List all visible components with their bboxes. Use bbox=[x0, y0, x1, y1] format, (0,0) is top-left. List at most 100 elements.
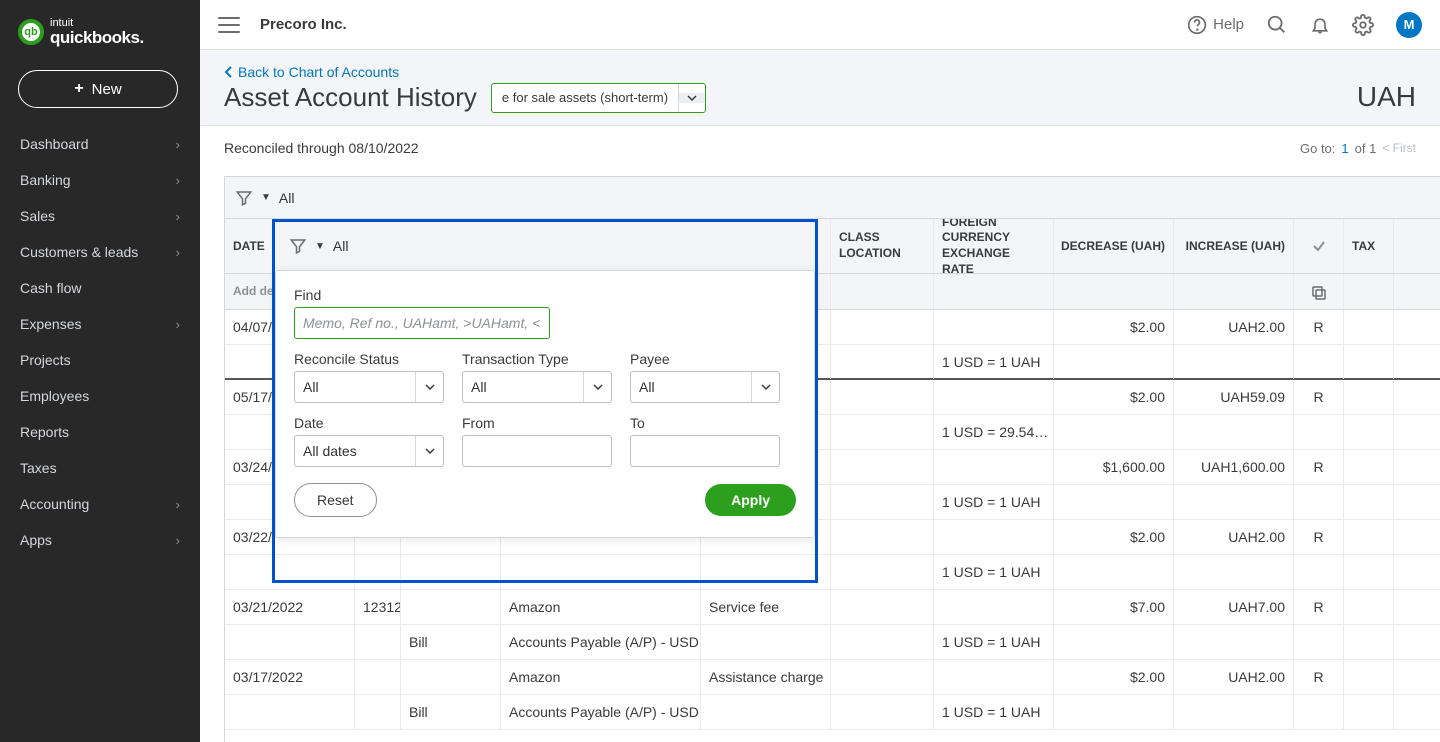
col-reconcile[interactable] bbox=[1294, 219, 1344, 273]
to-label: To bbox=[630, 415, 780, 431]
plus-icon: + bbox=[74, 80, 83, 98]
brand-name: quickbooks. bbox=[50, 29, 144, 46]
sidebar-item-cash-flow[interactable]: Cash flow bbox=[0, 270, 200, 306]
col-tax[interactable]: TAX bbox=[1344, 219, 1394, 273]
menu-icon[interactable] bbox=[218, 17, 240, 33]
qb-logo-icon: qb bbox=[18, 19, 44, 45]
reconcile-status-select[interactable]: All bbox=[294, 371, 444, 403]
chevron-right-icon: › bbox=[176, 497, 180, 512]
sidebar-item-customers-leads[interactable]: Customers & leads › bbox=[0, 234, 200, 270]
sidebar-item-label: Taxes bbox=[20, 460, 57, 476]
page-current[interactable]: 1 bbox=[1341, 141, 1348, 156]
page-of: of 1 bbox=[1355, 141, 1377, 156]
col-class[interactable]: CLASS LOCATION bbox=[831, 219, 934, 273]
filter-bar[interactable]: ▼ All bbox=[225, 177, 1440, 219]
search-icon[interactable] bbox=[1266, 14, 1288, 36]
chevron-right-icon: › bbox=[176, 245, 180, 260]
chevron-right-icon: › bbox=[176, 533, 180, 548]
table-row[interactable]: 03/21/20221231233123AmazonService fee$7.… bbox=[225, 590, 1440, 625]
funnel-icon bbox=[235, 189, 253, 207]
from-label: From bbox=[462, 415, 612, 431]
account-select[interactable]: e for sale assets (short-term) bbox=[491, 83, 706, 113]
sidebar-item-accounting[interactable]: Accounting › bbox=[0, 486, 200, 522]
to-input[interactable] bbox=[630, 435, 780, 467]
sidebar-item-label: Sales bbox=[20, 208, 55, 224]
sidebar-item-employees[interactable]: Employees bbox=[0, 378, 200, 414]
chevron-down-icon bbox=[679, 93, 705, 103]
goto-label: Go to: bbox=[1300, 141, 1335, 156]
sidebar-item-dashboard[interactable]: Dashboard › bbox=[0, 126, 200, 162]
sidebar-item-label: Apps bbox=[20, 532, 52, 548]
payee-label: Payee bbox=[630, 351, 780, 367]
transactions-table: ▼ All DATE CLASS LOCATION FOREIGN CURREN… bbox=[224, 176, 1440, 742]
company-name: Precoro Inc. bbox=[260, 16, 347, 33]
date-label: Date bbox=[294, 415, 444, 431]
table-row[interactable]: 1 USD = 1 UAH bbox=[225, 555, 1440, 590]
date-select[interactable]: All dates bbox=[294, 435, 444, 467]
account-select-value: e for sale assets (short-term) bbox=[492, 84, 679, 112]
chevron-right-icon: › bbox=[176, 209, 180, 224]
filter-popover: ▼ All Find Reconcile Status All bbox=[275, 222, 815, 538]
chevron-down-icon[interactable]: ▼ bbox=[315, 241, 325, 252]
avatar[interactable]: M bbox=[1396, 12, 1422, 38]
sidebar-item-label: Employees bbox=[20, 388, 89, 404]
find-input[interactable] bbox=[294, 307, 550, 339]
transaction-type-label: Transaction Type bbox=[462, 351, 612, 367]
sidebar-item-banking[interactable]: Banking › bbox=[0, 162, 200, 198]
chevron-down-icon bbox=[583, 372, 611, 402]
col-increase[interactable]: INCREASE (UAH) bbox=[1174, 219, 1294, 273]
sidebar-item-label: Dashboard bbox=[20, 136, 89, 152]
table-row[interactable]: BillAccounts Payable (A/P) - USD1 USD = … bbox=[225, 625, 1440, 660]
chevron-right-icon: › bbox=[176, 173, 180, 188]
funnel-icon bbox=[289, 237, 307, 255]
from-input[interactable] bbox=[462, 435, 612, 467]
sidebar-item-reports[interactable]: Reports bbox=[0, 414, 200, 450]
gear-icon[interactable] bbox=[1352, 14, 1374, 36]
payee-select[interactable]: All bbox=[630, 371, 780, 403]
brand-logo: qb intuit quickbooks. bbox=[0, 8, 200, 62]
col-decrease[interactable]: DECREASE (UAH) bbox=[1054, 219, 1174, 273]
new-button[interactable]: + New bbox=[18, 70, 178, 108]
chevron-left-icon bbox=[224, 66, 234, 78]
help-icon bbox=[1187, 15, 1207, 35]
sidebar-item-apps[interactable]: Apps › bbox=[0, 522, 200, 558]
back-link-label: Back to Chart of Accounts bbox=[238, 64, 399, 80]
table-row[interactable]: BillAccounts Payable (A/P) - USD1 USD = … bbox=[225, 695, 1440, 730]
help-label: Help bbox=[1213, 16, 1244, 33]
find-label: Find bbox=[294, 287, 796, 303]
new-button-label: New bbox=[92, 81, 122, 98]
page-header: Back to Chart of Accounts Asset Account … bbox=[200, 50, 1440, 126]
chevron-down-icon bbox=[415, 436, 443, 466]
back-link[interactable]: Back to Chart of Accounts bbox=[224, 64, 399, 80]
col-fx[interactable]: FOREIGN CURRENCY EXCHANGE RATE bbox=[934, 219, 1054, 273]
sidebar: qb intuit quickbooks. + New Dashboard›Ba… bbox=[0, 0, 200, 742]
apply-button[interactable]: Apply bbox=[705, 484, 796, 516]
reset-button[interactable]: Reset bbox=[294, 483, 377, 517]
reconciled-through: Reconciled through 08/10/2022 bbox=[224, 140, 419, 156]
chevron-right-icon: › bbox=[176, 137, 180, 152]
sidebar-item-projects[interactable]: Projects bbox=[0, 342, 200, 378]
topbar: Precoro Inc. Help M bbox=[200, 0, 1440, 50]
sidebar-item-label: Customers & leads bbox=[20, 244, 138, 260]
sidebar-item-label: Expenses bbox=[20, 316, 81, 332]
transaction-type-select[interactable]: All bbox=[462, 371, 612, 403]
sidebar-item-label: Banking bbox=[20, 172, 71, 188]
chevron-down-icon bbox=[415, 372, 443, 402]
popover-all-label: All bbox=[333, 238, 349, 254]
chevron-down-icon: ▼ bbox=[261, 192, 271, 203]
chevron-down-icon bbox=[751, 372, 779, 402]
sidebar-item-sales[interactable]: Sales › bbox=[0, 198, 200, 234]
filter-all-label: All bbox=[279, 190, 295, 206]
check-icon bbox=[1312, 239, 1326, 253]
page-first[interactable]: < First bbox=[1382, 141, 1416, 155]
help-button[interactable]: Help bbox=[1187, 15, 1244, 35]
sidebar-item-taxes[interactable]: Taxes bbox=[0, 450, 200, 486]
chevron-right-icon: › bbox=[176, 317, 180, 332]
sidebar-item-label: Cash flow bbox=[20, 280, 81, 296]
bell-icon[interactable] bbox=[1310, 15, 1330, 35]
sidebar-item-label: Accounting bbox=[20, 496, 89, 512]
copy-icon[interactable] bbox=[1294, 274, 1344, 309]
table-row[interactable]: 03/17/2022AmazonAssistance charge$2.00UA… bbox=[225, 660, 1440, 695]
sidebar-item-expenses[interactable]: Expenses › bbox=[0, 306, 200, 342]
pagination: Go to: 1 of 1 < First bbox=[1300, 140, 1416, 156]
